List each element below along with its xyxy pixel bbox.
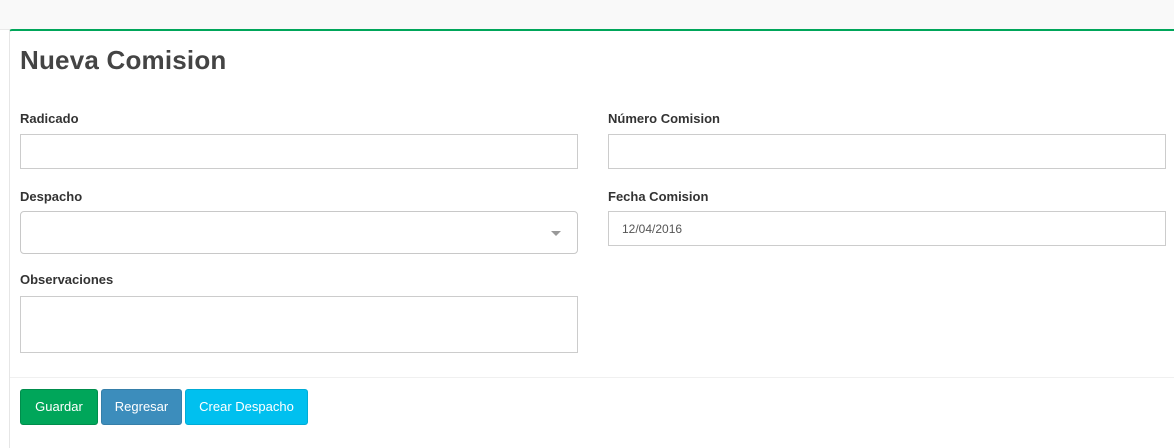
page: Nueva Comision Radicado Número Comision … — [0, 0, 1174, 448]
form-box: Nueva Comision Radicado Número Comision … — [9, 29, 1174, 448]
regresar-button[interactable]: Regresar — [101, 389, 182, 425]
chevron-down-icon — [551, 231, 561, 236]
footer-divider — [10, 377, 1174, 378]
numero-comision-input[interactable] — [608, 134, 1166, 169]
page-title: Nueva Comision — [20, 45, 227, 75]
guardar-button[interactable]: Guardar — [20, 389, 98, 425]
radicado-input[interactable] — [20, 134, 578, 169]
observaciones-label: Observaciones — [20, 272, 114, 287]
fecha-comision-input[interactable] — [608, 211, 1166, 246]
observaciones-textarea[interactable] — [20, 296, 578, 353]
radicado-label: Radicado — [20, 111, 79, 126]
numero-comision-label: Número Comision — [608, 111, 720, 126]
crear-despacho-button[interactable]: Crear Despacho — [185, 389, 308, 425]
top-bar — [0, 0, 1174, 30]
despacho-select[interactable] — [20, 211, 578, 254]
fecha-comision-label: Fecha Comision — [608, 189, 709, 204]
despacho-label: Despacho — [20, 189, 83, 204]
